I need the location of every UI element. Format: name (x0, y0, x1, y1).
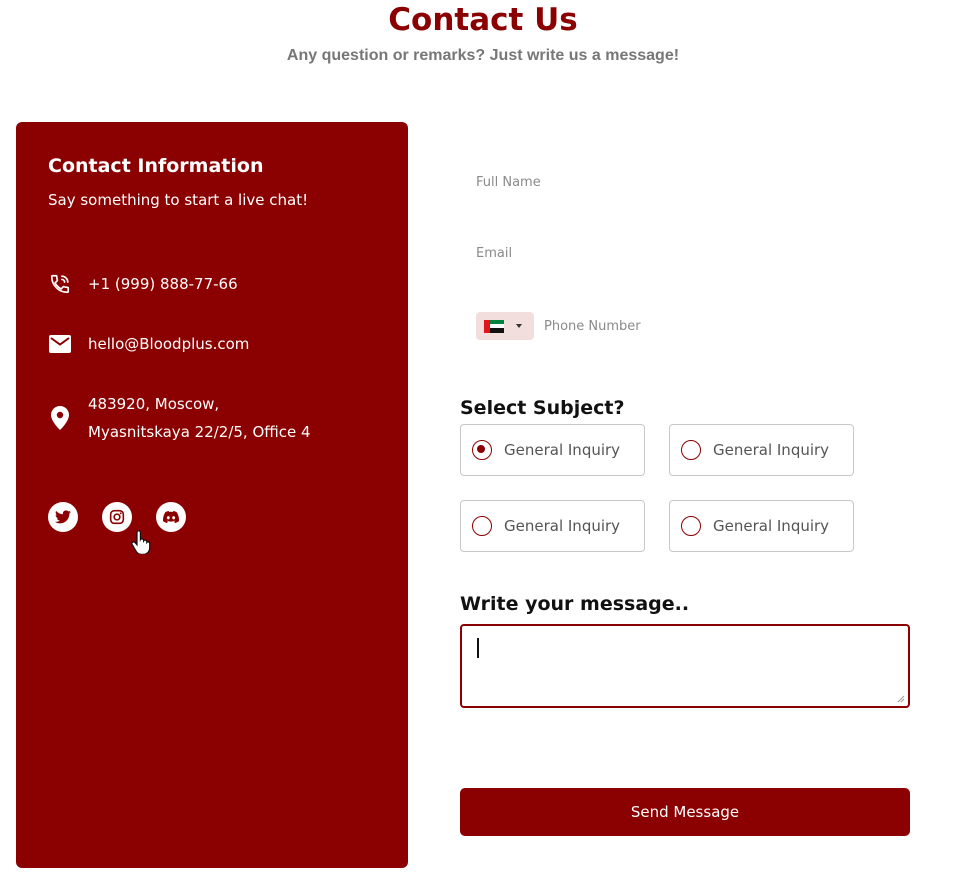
subject-label-2: General Inquiry (713, 441, 830, 459)
uae-flag-icon (484, 319, 504, 333)
send-message-button[interactable]: Send Message (460, 788, 910, 836)
select-subject-label: Select Subject? (460, 397, 625, 419)
message-field[interactable] (460, 624, 910, 708)
hand-cursor-icon (130, 530, 152, 555)
location-pin-icon (48, 406, 72, 430)
text-cursor (477, 638, 479, 658)
email-row: hello@Bloodplus.com (48, 330, 249, 358)
address: 483920, Moscow, Myasnitskaya 22/2/5, Off… (88, 390, 311, 446)
mail-icon (48, 332, 72, 356)
subject-label-4: General Inquiry (713, 517, 830, 535)
contact-info-title: Contact Information (48, 155, 264, 177)
subject-option-3[interactable]: General Inquiry (460, 500, 645, 552)
discord-icon[interactable] (156, 502, 186, 532)
email-field[interactable] (460, 233, 910, 273)
contact-info-subtitle: Say something to start a live chat! (48, 191, 309, 209)
email-address: hello@Bloodplus.com (88, 335, 250, 353)
message-label: Write your message.. (460, 593, 690, 615)
radio-unselected[interactable] (472, 516, 492, 536)
message-textarea[interactable] (462, 626, 908, 706)
phone-field[interactable] (460, 306, 910, 346)
full-name-field[interactable] (460, 162, 910, 202)
contact-info-card: Contact Information Say something to sta… (16, 122, 408, 868)
subject-option-2[interactable]: General Inquiry (669, 424, 854, 476)
radio-unselected[interactable] (681, 440, 701, 460)
country-code-select[interactable] (476, 312, 534, 340)
radio-selected[interactable] (472, 440, 492, 460)
subject-option-1[interactable]: General Inquiry (460, 424, 645, 476)
phone-number: +1 (999) 888-77-66 (88, 275, 238, 293)
subject-label-3: General Inquiry (504, 517, 621, 535)
phone-input[interactable] (544, 306, 910, 346)
address-line-2: Myasnitskaya 22/2/5, Office 4 (88, 423, 311, 441)
phone-row: +1 (999) 888-77-66 (48, 270, 238, 298)
instagram-icon[interactable] (102, 502, 132, 532)
radio-unselected[interactable] (681, 516, 701, 536)
twitter-icon[interactable] (48, 502, 78, 532)
subject-label-1: General Inquiry (504, 441, 621, 459)
address-line-1: 483920, Moscow, (88, 395, 220, 413)
page-subtitle: Any question or remarks? Just write us a… (286, 47, 680, 64)
chevron-down-icon (516, 324, 522, 328)
page-title: Contact Us (388, 2, 578, 38)
resize-handle-icon[interactable] (897, 695, 905, 703)
email-input[interactable] (460, 233, 910, 273)
full-name-input[interactable] (460, 162, 910, 202)
address-row: 483920, Moscow, Myasnitskaya 22/2/5, Off… (48, 390, 311, 446)
phone-icon (48, 272, 72, 296)
subject-option-4[interactable]: General Inquiry (669, 500, 854, 552)
